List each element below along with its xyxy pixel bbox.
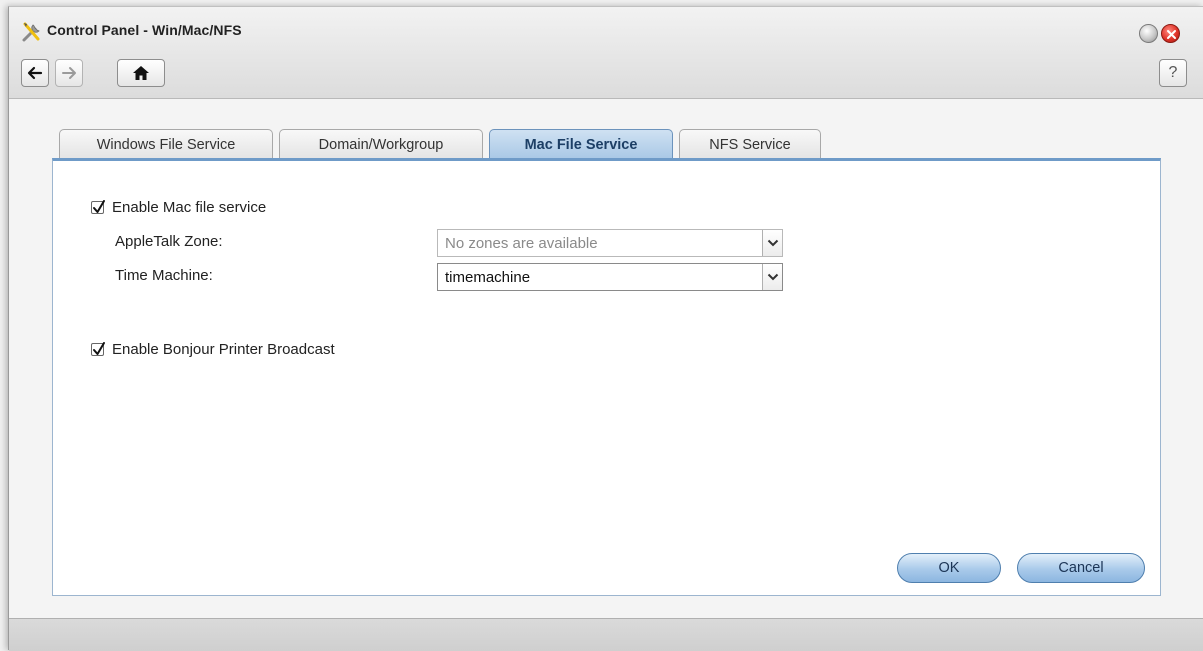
- tab-nfs-service[interactable]: NFS Service: [679, 129, 821, 159]
- ok-button[interactable]: OK: [897, 553, 1001, 583]
- forward-button[interactable]: [55, 59, 83, 87]
- arrow-left-icon: [27, 66, 43, 80]
- enable-bonjour-checkbox[interactable]: [91, 342, 105, 356]
- tab-bar: Windows File Service Domain/Workgroup Ma…: [59, 129, 827, 159]
- ok-button-label: OK: [938, 560, 960, 576]
- checkmark-icon: [93, 342, 105, 355]
- home-icon: [133, 66, 149, 80]
- control-panel-window: Control Panel - Win/Mac/NFS ? Windows Fi…: [8, 6, 1203, 651]
- cancel-button-label: Cancel: [1058, 560, 1104, 576]
- close-icon: [1167, 30, 1176, 39]
- tab-windows-file-service[interactable]: Windows File Service: [59, 129, 273, 159]
- enable-mac-file-service-label: Enable Mac file service: [112, 199, 267, 216]
- window-title: Control Panel - Win/Mac/NFS: [47, 22, 242, 38]
- back-button[interactable]: [21, 59, 49, 87]
- enable-mac-file-service-checkbox[interactable]: [91, 200, 105, 214]
- content-area: Windows File Service Domain/Workgroup Ma…: [9, 100, 1203, 617]
- tools-icon: [22, 22, 40, 42]
- home-button[interactable]: [117, 59, 165, 87]
- close-button[interactable]: [1161, 24, 1180, 43]
- mac-file-service-panel: Enable Mac file service AppleTalk Zone: …: [52, 158, 1161, 596]
- time-machine-value: timemachine: [445, 268, 531, 286]
- tab-label: Mac File Service: [524, 136, 638, 153]
- time-machine-select[interactable]: timemachine: [437, 263, 783, 291]
- minimize-button[interactable]: [1139, 24, 1158, 43]
- help-icon: ?: [1168, 64, 1178, 81]
- title-bar[interactable]: Control Panel - Win/Mac/NFS ?: [9, 7, 1203, 99]
- tab-mac-file-service[interactable]: Mac File Service: [489, 129, 673, 159]
- cancel-button[interactable]: Cancel: [1017, 553, 1145, 583]
- tab-label: NFS Service: [709, 136, 791, 153]
- appletalk-zone-label: AppleTalk Zone:: [115, 233, 223, 250]
- time-machine-label: Time Machine:: [115, 267, 213, 284]
- tab-domain-workgroup[interactable]: Domain/Workgroup: [279, 129, 483, 159]
- appletalk-zone-value: No zones are available: [445, 234, 598, 252]
- enable-bonjour-row[interactable]: Enable Bonjour Printer Broadcast: [91, 341, 335, 358]
- tab-label: Windows File Service: [96, 136, 236, 153]
- chevron-down-icon[interactable]: [762, 230, 782, 256]
- status-bar: [9, 618, 1203, 651]
- checkmark-icon: [93, 200, 105, 213]
- chevron-down-icon[interactable]: [762, 264, 782, 290]
- arrow-right-icon: [62, 67, 76, 79]
- enable-bonjour-label: Enable Bonjour Printer Broadcast: [112, 341, 335, 358]
- help-button[interactable]: ?: [1159, 59, 1187, 87]
- appletalk-zone-select[interactable]: No zones are available: [437, 229, 783, 257]
- enable-mac-file-service-row[interactable]: Enable Mac file service: [91, 199, 266, 216]
- tab-label: Domain/Workgroup: [318, 136, 444, 153]
